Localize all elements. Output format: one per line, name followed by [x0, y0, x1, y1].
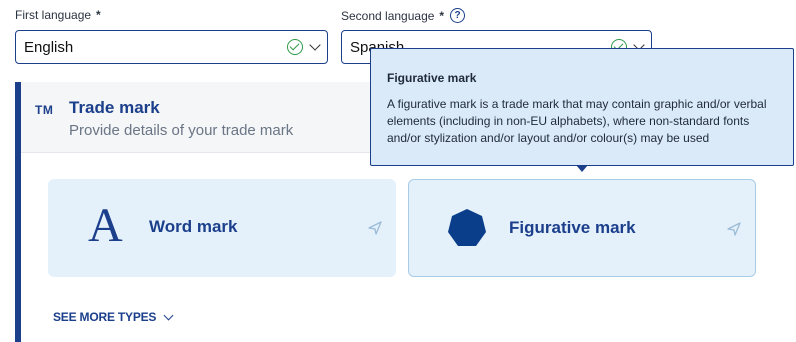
word-mark-label: Word mark — [149, 217, 238, 236]
required-mark: * — [96, 8, 101, 22]
tooltip-title: Figurative mark — [387, 71, 477, 85]
first-language-label-text: First language — [15, 8, 92, 22]
figurative-mark-card[interactable]: Figurative mark — [408, 179, 756, 277]
required-mark: * — [439, 8, 445, 23]
figurative-mark-icon — [448, 209, 486, 246]
trademark-icon: TM — [35, 103, 54, 117]
figurative-mark-tooltip: Figurative mark A figurative mark is a t… — [370, 48, 794, 166]
valid-check-icon — [287, 39, 303, 55]
panel-title: Trade mark — [69, 98, 160, 117]
word-mark-icon: A — [88, 199, 123, 252]
chevron-down-icon[interactable] — [309, 39, 321, 51]
panel-subtitle: Provide details of your trade mark — [69, 122, 294, 139]
first-language-value: English — [24, 38, 74, 56]
second-language-label: Second language * ? — [341, 8, 466, 23]
tooltip-text: A figurative mark is a trade mark that m… — [387, 97, 767, 145]
chevron-down-icon — [163, 310, 174, 320]
figurative-mark-label: Figurative mark — [509, 218, 636, 237]
word-mark-card[interactable]: A Word mark — [48, 179, 396, 277]
see-more-types-label: SEE MORE TYPES — [53, 310, 157, 324]
second-language-label-text: Second language — [341, 8, 435, 23]
tooltip-pointer — [576, 165, 588, 172]
pointer-arrow-icon — [368, 221, 382, 235]
help-icon[interactable]: ? — [450, 8, 466, 23]
see-more-types-link[interactable]: SEE MORE TYPES — [53, 310, 174, 324]
pointer-arrow-icon — [727, 222, 741, 236]
first-language-select[interactable]: English — [15, 30, 328, 64]
first-language-label: First language * — [15, 8, 101, 22]
